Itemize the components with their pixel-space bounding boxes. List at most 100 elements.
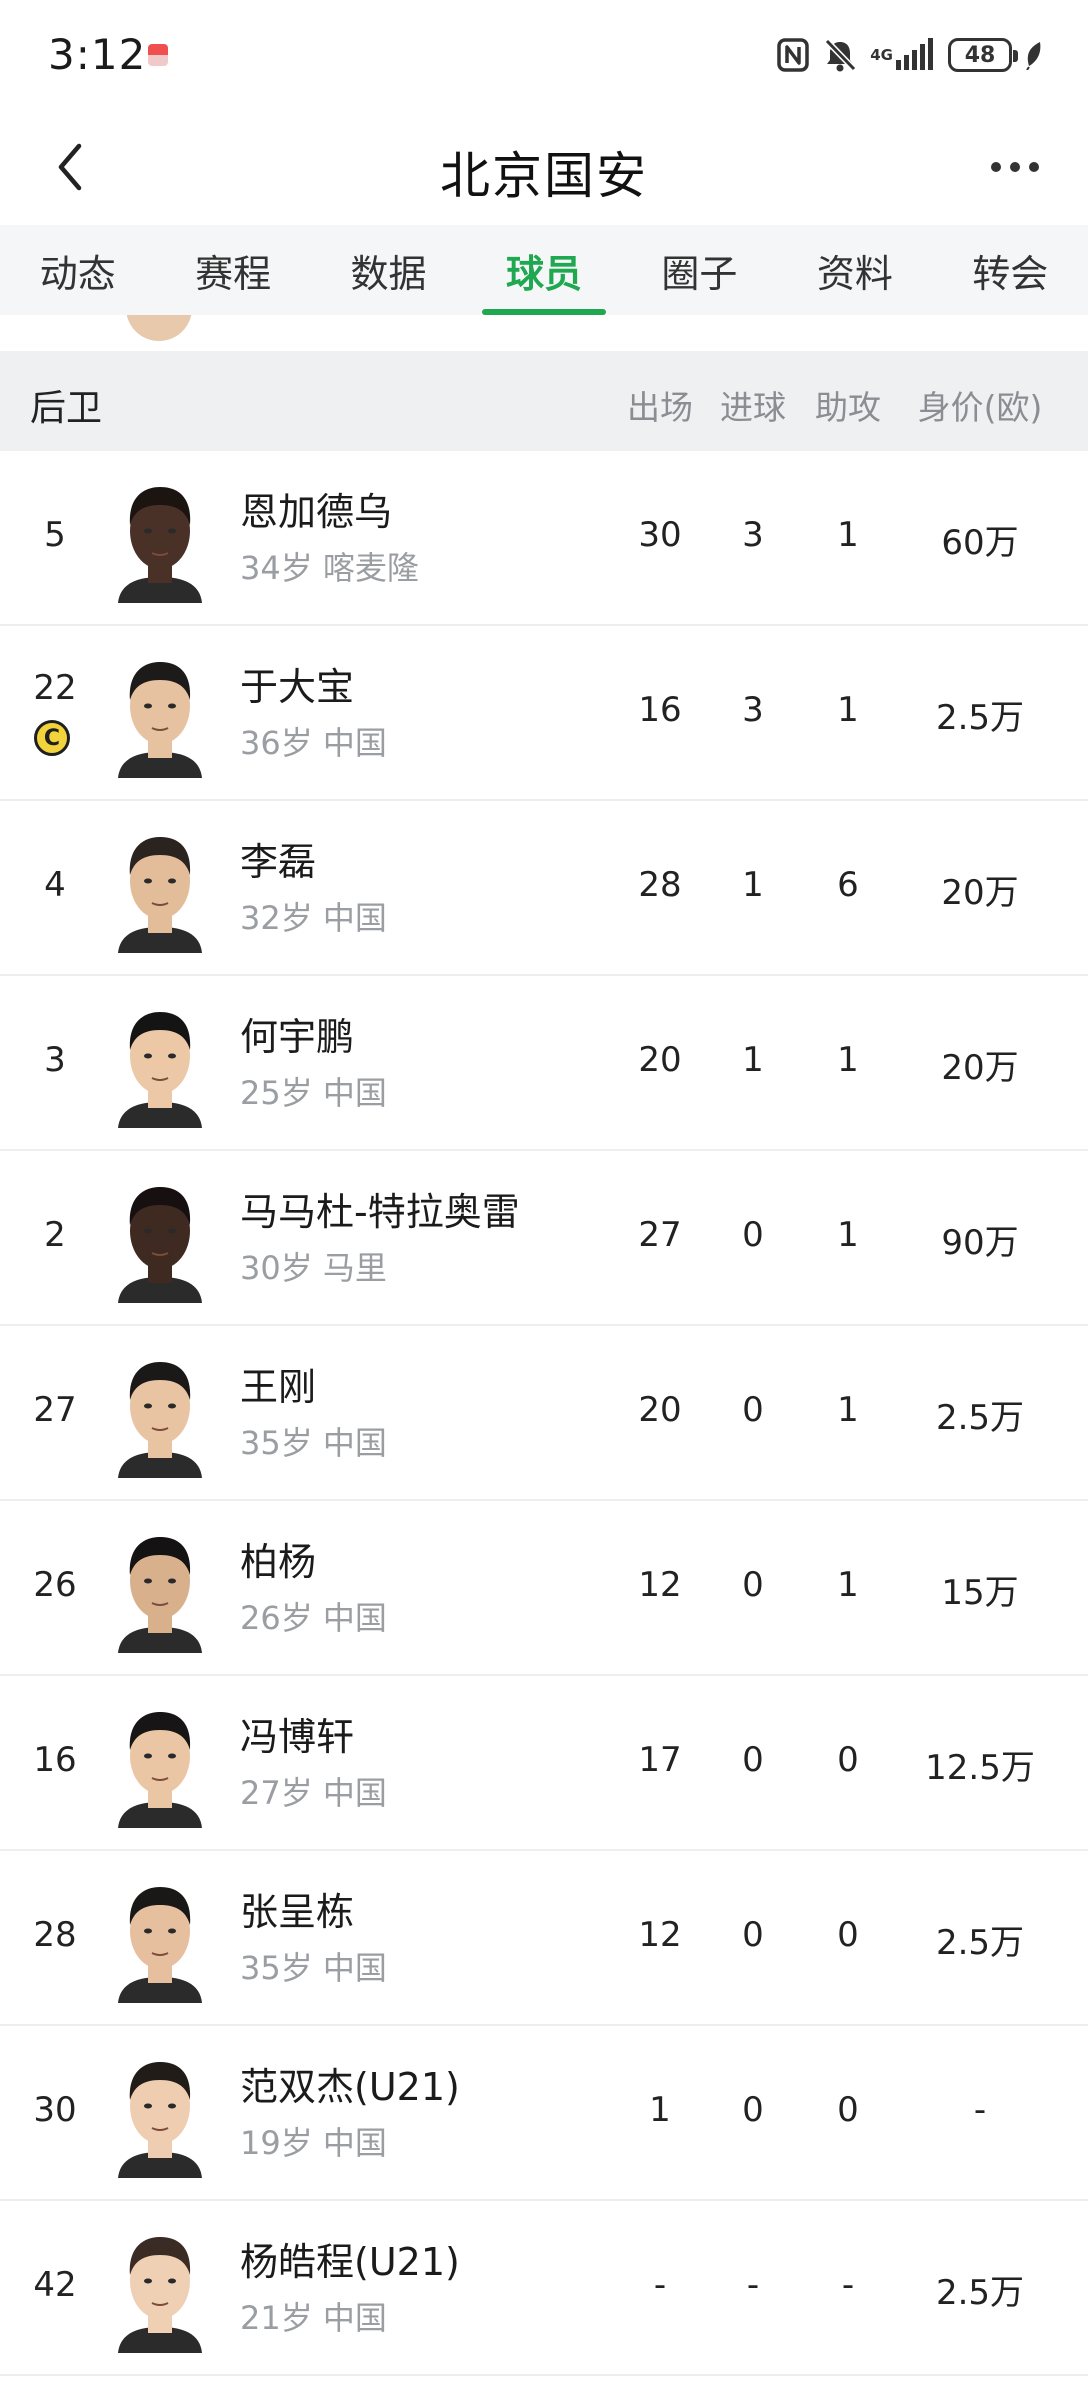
stat-goals: 0 <box>742 1215 764 1255</box>
player-name: 李磊 <box>240 840 317 884</box>
stat-apps: 12 <box>638 1565 682 1605</box>
battery-level: 48 <box>964 42 996 68</box>
stat-apps: 17 <box>638 1740 682 1780</box>
stat-goals: 0 <box>742 1915 764 1955</box>
player-row[interactable]: 2 马马杜-特拉奥雷 30岁 马里 27 0 1 90万 <box>0 1151 1088 1326</box>
avatar <box>110 2223 210 2353</box>
column-header-assists: 助攻 <box>815 388 881 427</box>
jersey-number: 5 <box>44 515 66 555</box>
player-row[interactable]: 27 王刚 35岁 中国 20 0 1 2.5万 <box>0 1326 1088 1501</box>
stat-apps: 1 <box>649 2090 671 2130</box>
stat-assists: 1 <box>837 1565 859 1605</box>
avatar <box>110 998 210 1128</box>
tab-item[interactable]: 转会 <box>933 225 1088 315</box>
player-meta: 27岁 中国 <box>240 1774 387 1812</box>
stat-goals: - <box>746 2265 760 2305</box>
player-row[interactable]: 22 C 于大宝 36岁 中国 16 3 1 2.5万 <box>0 626 1088 801</box>
stat-assists: 0 <box>837 2090 859 2130</box>
tab-item[interactable]: 动态 <box>0 225 155 315</box>
stat-value: 20万 <box>941 873 1019 913</box>
stat-goals: 0 <box>742 1740 764 1780</box>
player-name: 马马杜-特拉奥雷 <box>240 1190 520 1234</box>
stat-goals: 1 <box>742 865 764 905</box>
signal-icon: 4G <box>870 38 936 72</box>
player-name: 于大宝 <box>240 665 355 709</box>
tab-item[interactable]: 数据 <box>311 225 466 315</box>
stat-goals: 0 <box>742 1390 764 1430</box>
player-meta: 32岁 中国 <box>240 899 387 937</box>
status-icons: 4G 48 <box>776 34 1044 76</box>
player-name: 杨皓程(U21) <box>240 2240 460 2284</box>
status-bar: 3:12 4G 48 <box>0 0 1088 110</box>
stat-apps: 20 <box>638 1040 682 1080</box>
stat-goals: 3 <box>742 690 764 730</box>
player-name: 恩加德乌 <box>240 490 393 534</box>
player-row[interactable]: 3 何宇鹏 25岁 中国 20 1 1 20万 <box>0 976 1088 1151</box>
avatar <box>110 1698 210 1828</box>
jersey-number: 3 <box>44 1040 66 1080</box>
avatar <box>110 823 210 953</box>
player-row[interactable]: 42 杨皓程(U21) 21岁 中国 - - - 2.5万 <box>0 2201 1088 2376</box>
stat-apps: 28 <box>638 865 682 905</box>
more-horizontal-icon <box>991 162 1039 172</box>
tab-item[interactable]: 赛程 <box>155 225 310 315</box>
stat-assists: 1 <box>837 1040 859 1080</box>
avatar <box>110 1173 210 1303</box>
player-row[interactable]: 30 范双杰(U21) 19岁 中国 1 0 0 - <box>0 2026 1088 2201</box>
player-row[interactable]: 16 冯博轩 27岁 中国 17 0 0 12.5万 <box>0 1676 1088 1851</box>
player-name: 张呈栋 <box>240 1890 355 1934</box>
stat-goals: 0 <box>742 1565 764 1605</box>
avatar <box>126 315 192 341</box>
player-name: 范双杰(U21) <box>240 2065 460 2109</box>
stat-assists: 1 <box>837 690 859 730</box>
stat-apps: 27 <box>638 1215 682 1255</box>
player-meta: 34岁 喀麦隆 <box>240 549 419 587</box>
player-row[interactable]: 28 张呈栋 35岁 中国 12 0 0 2.5万 <box>0 1851 1088 2026</box>
avatar <box>110 1873 210 2003</box>
stat-value: 60万 <box>941 523 1019 563</box>
stat-value: 2.5万 <box>935 698 1025 738</box>
avatar <box>110 648 210 778</box>
player-meta: 19岁 中国 <box>240 2124 387 2162</box>
status-time: 3:12 <box>48 30 147 79</box>
stat-apps: 20 <box>638 1390 682 1430</box>
stat-value: 2.5万 <box>935 1398 1025 1438</box>
player-meta: 35岁 中国 <box>240 1424 387 1462</box>
stat-value: 12.5万 <box>925 1748 1035 1788</box>
jersey-number: 16 <box>33 1740 77 1780</box>
stat-apps: 12 <box>638 1915 682 1955</box>
tab-item[interactable]: 圈子 <box>622 225 777 315</box>
tab-item[interactable]: 资料 <box>777 225 932 315</box>
bell-off-icon <box>822 37 858 73</box>
tab-item[interactable]: 球员 <box>466 225 621 315</box>
stat-apps: 30 <box>638 515 682 555</box>
stat-assists: 0 <box>837 1915 859 1955</box>
player-name: 冯博轩 <box>240 1715 355 1759</box>
player-meta: 25岁 中国 <box>240 1074 387 1112</box>
stat-value: - <box>973 2090 987 2130</box>
player-name: 何宇鹏 <box>240 1015 355 1059</box>
stat-value: 20万 <box>941 1048 1019 1088</box>
stat-goals: 1 <box>742 1040 764 1080</box>
stat-value: 2.5万 <box>935 1923 1025 1963</box>
scroll-peek <box>0 315 1088 351</box>
player-meta: 26岁 中国 <box>240 1599 387 1637</box>
column-header-value: 身价(欧) <box>917 388 1043 427</box>
jersey-number: 26 <box>33 1565 77 1605</box>
player-row[interactable]: 4 李磊 32岁 中国 28 1 6 20万 <box>0 801 1088 976</box>
player-row[interactable]: 26 柏杨 26岁 中国 12 0 1 15万 <box>0 1501 1088 1676</box>
player-row[interactable]: 5 恩加德乌 34岁 喀麦隆 30 3 1 60万 <box>0 451 1088 626</box>
more-button[interactable] <box>980 132 1050 202</box>
stat-assists: 1 <box>837 1215 859 1255</box>
stat-assists: 1 <box>837 1390 859 1430</box>
network-type: 4G <box>870 45 893 64</box>
jersey-number: 28 <box>33 1915 77 1955</box>
stat-value: 2.5万 <box>935 2273 1025 2313</box>
jersey-number: 27 <box>33 1390 77 1430</box>
player-list: 5 恩加德乌 34岁 喀麦隆 30 3 1 60万 22 C 于大宝 36岁 中国 16 3 1 2.5万 4… <box>0 451 1088 2376</box>
page-title: 北京国安 <box>440 147 648 205</box>
player-meta: 30岁 马里 <box>240 1249 387 1287</box>
stat-assists: 1 <box>837 515 859 555</box>
stat-goals: 3 <box>742 515 764 555</box>
stat-assists: 0 <box>837 1740 859 1780</box>
